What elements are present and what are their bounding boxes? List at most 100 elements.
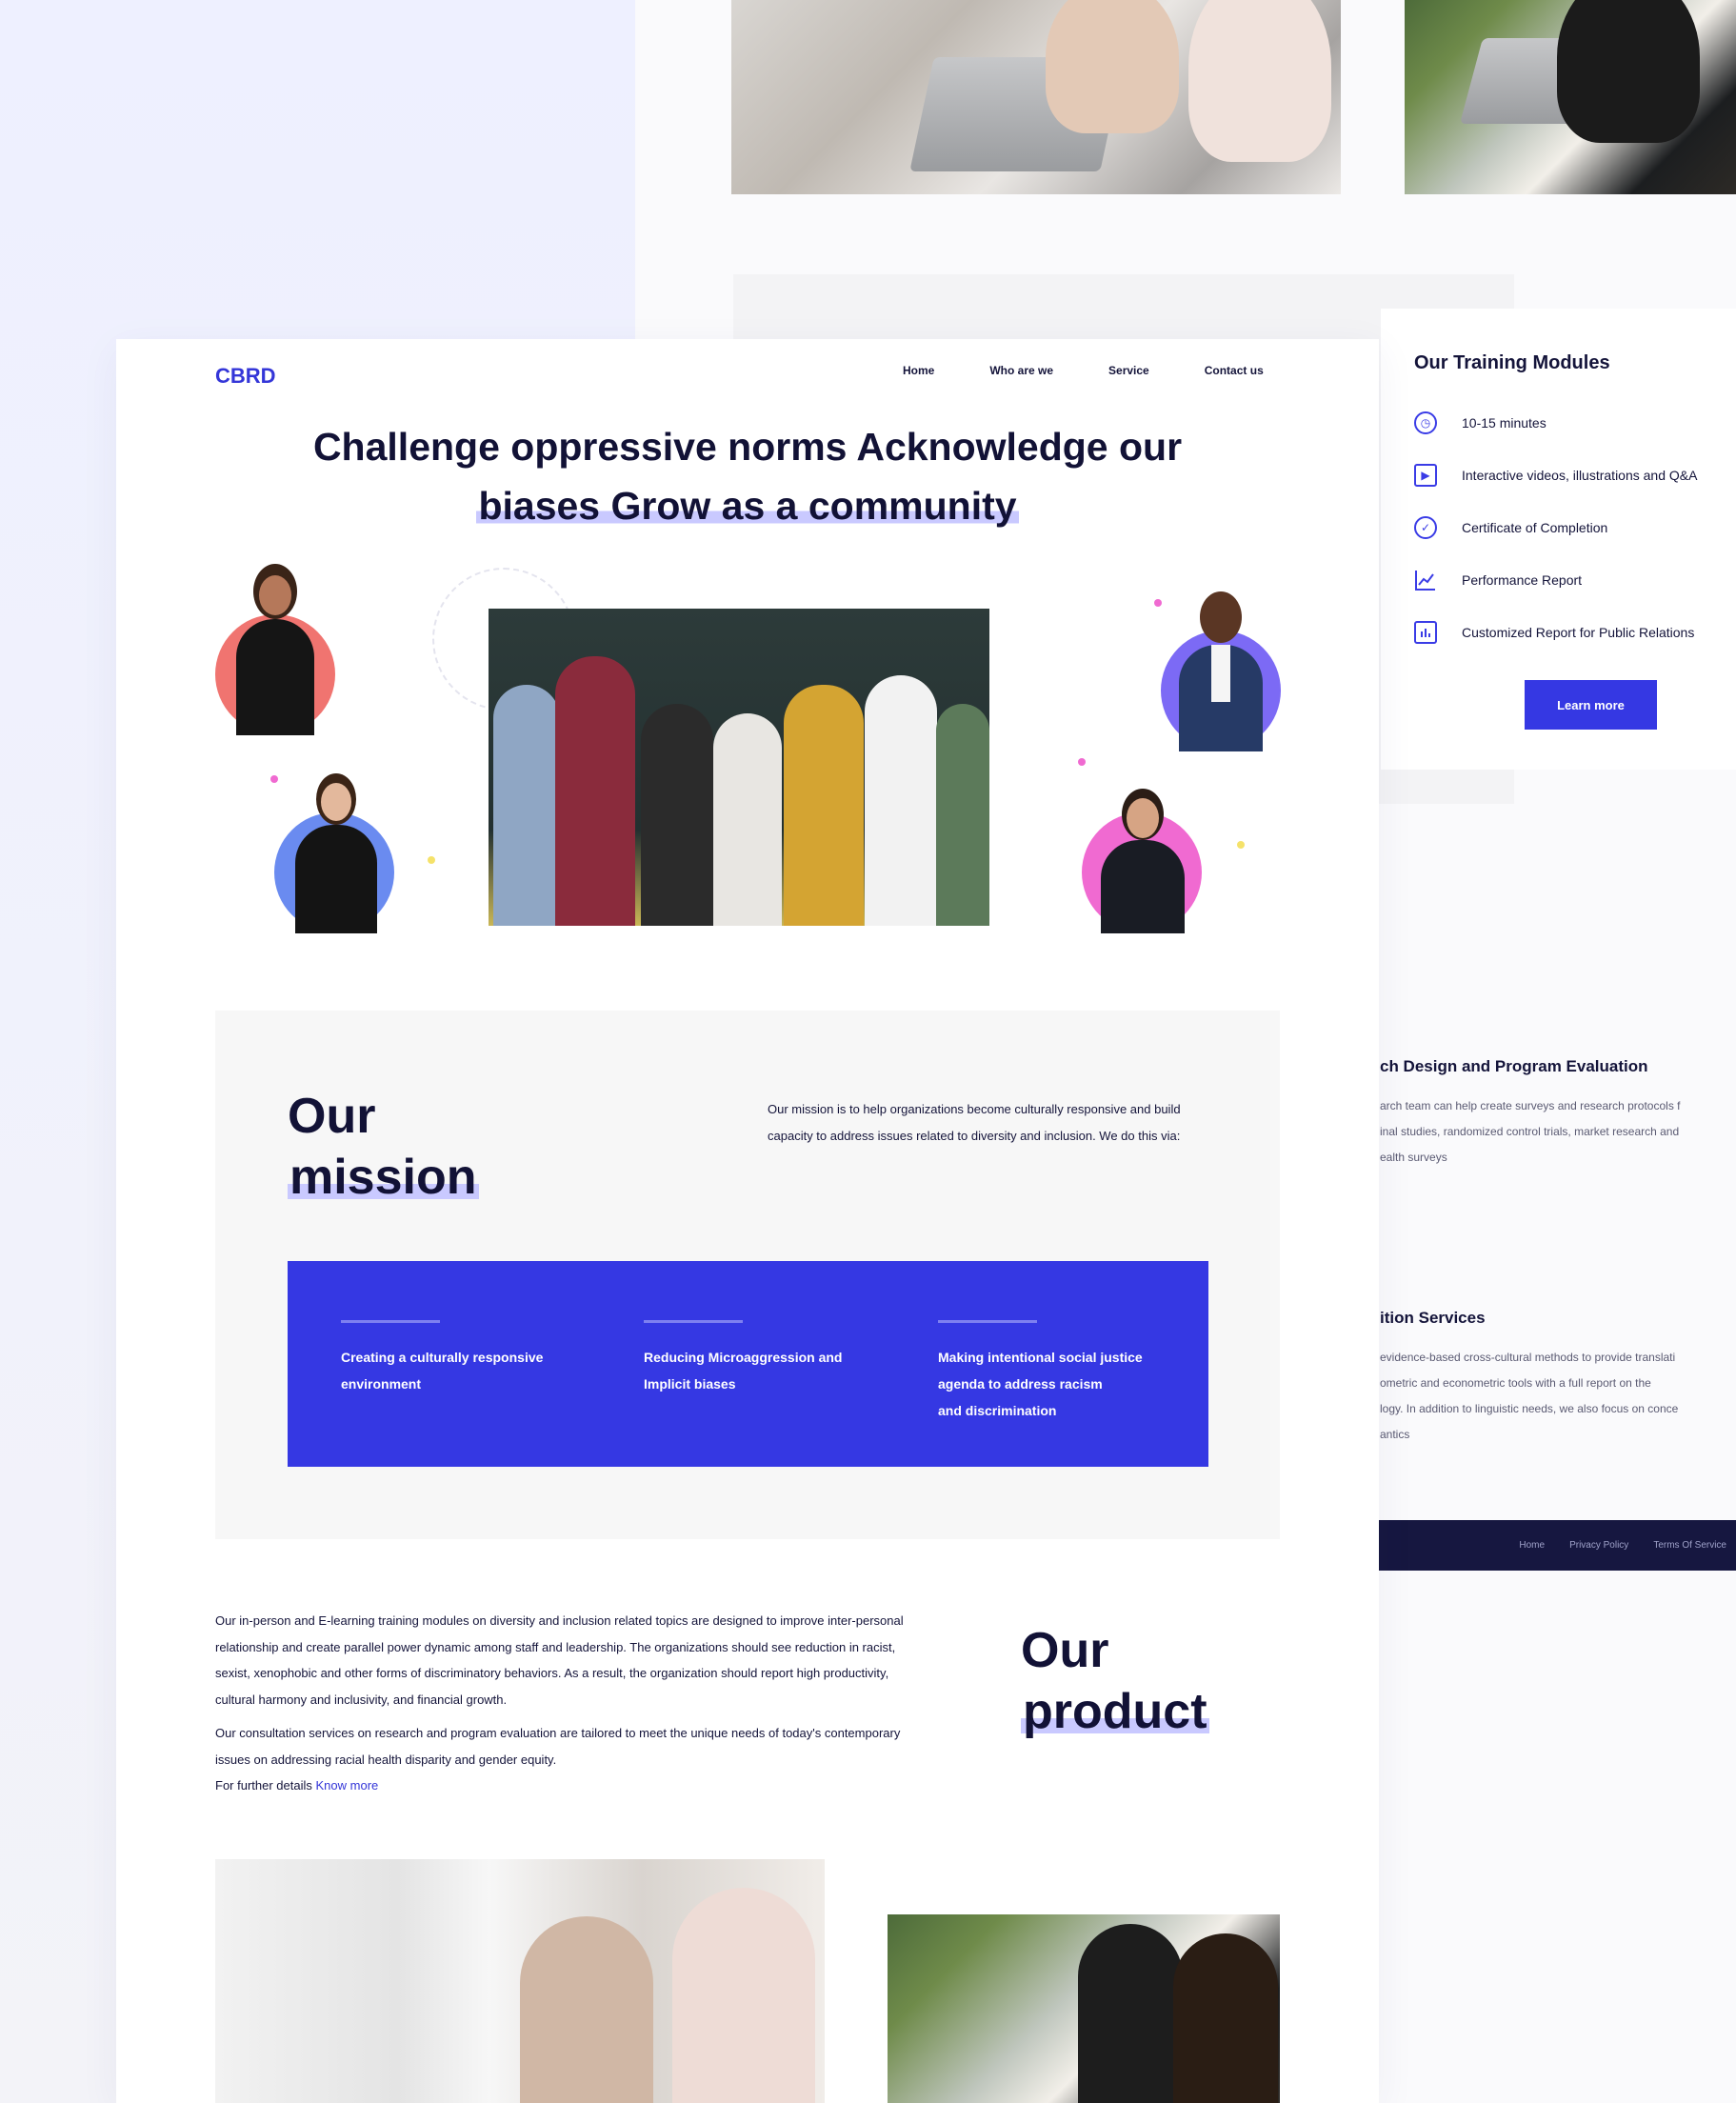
- know-more-link[interactable]: Know more: [316, 1778, 379, 1793]
- training-item-label: Performance Report: [1462, 572, 1583, 588]
- pillar-divider: [341, 1320, 440, 1323]
- hero-title: Challenge oppressive norms Acknowledge o…: [116, 417, 1379, 535]
- training-item-label: Certificate of Completion: [1462, 520, 1608, 535]
- check-circle-icon: ✓: [1414, 516, 1437, 539]
- mission-pillar: Creating a culturally responsive environ…: [341, 1261, 543, 1397]
- mission-pillar: Reducing Microaggression and Implicit bi…: [644, 1261, 842, 1397]
- training-item-label: 10-15 minutes: [1462, 415, 1546, 431]
- person-shape: [1557, 0, 1700, 143]
- training-title: Our Training Modules: [1414, 352, 1610, 373]
- mission-heading-highlight: mission: [288, 1150, 479, 1205]
- person-shape: [520, 1916, 653, 2103]
- more-prefix: For further details: [215, 1778, 312, 1793]
- face-shape: [1127, 798, 1159, 838]
- pillar-line: Making intentional social justice: [938, 1350, 1143, 1365]
- training-item: ▶ Interactive videos, illustrations and …: [1414, 464, 1697, 487]
- footer-link-privacy[interactable]: Privacy Policy: [1569, 1540, 1628, 1551]
- service-line: ometric and econometric tools with a ful…: [1380, 1376, 1651, 1390]
- mission-text: Our mission is to help organizations bec…: [768, 1102, 1181, 1143]
- training-item: ✓ Certificate of Completion: [1414, 516, 1607, 539]
- pillar-line: and discrimination: [938, 1403, 1057, 1418]
- pillar-line: Reducing Microaggression and: [644, 1350, 843, 1365]
- training-item: ◷ 10-15 minutes: [1414, 411, 1546, 434]
- office-photo-top: [731, 0, 1341, 194]
- hero-title-line: Challenge oppressive norms Acknowledge o…: [312, 425, 1183, 469]
- product-heading: Our product: [1021, 1620, 1209, 1742]
- service-title: ch Design and Program Evaluation: [1380, 1057, 1648, 1075]
- service-line: evidence-based cross-cultural methods to…: [1380, 1351, 1676, 1364]
- person-shape: [1173, 1933, 1278, 2103]
- pillar-line: environment: [341, 1376, 422, 1392]
- person-shape: [1046, 0, 1179, 133]
- footer-link-terms[interactable]: Terms Of Service: [1653, 1540, 1726, 1551]
- product-paragraph: Our in-person and E-learning training mo…: [215, 1613, 904, 1707]
- mission-heading-line: Our: [288, 1089, 376, 1144]
- service-line: logy. In addition to linguistic needs, w…: [1380, 1402, 1679, 1415]
- person-shape: [713, 713, 782, 926]
- person-shape: [865, 675, 937, 926]
- training-modules-card: Our Training Modules ◷ 10-15 minutes ▶ I…: [1381, 309, 1736, 770]
- office-photo-bottom: [215, 1859, 825, 2103]
- nav-who-are-we[interactable]: Who are we: [989, 364, 1053, 377]
- service-text: evidence-based cross-cultural methods to…: [1380, 1345, 1736, 1448]
- avatar-woman-2: [291, 773, 381, 933]
- main-nav: Home Who are we Service Contact us: [903, 364, 1264, 377]
- hero-title-highlight: biases Grow as a community: [476, 484, 1019, 528]
- service-line: inal studies, randomized control trials,…: [1380, 1125, 1680, 1138]
- decor-dot: [428, 856, 435, 864]
- report-icon: [1414, 621, 1437, 644]
- team-photo-top: [1405, 0, 1736, 194]
- person-shape: [555, 656, 635, 926]
- person-shape: [493, 685, 560, 926]
- nav-contact-us[interactable]: Contact us: [1205, 364, 1264, 377]
- person-shape: [784, 685, 864, 926]
- body-shape: [236, 619, 314, 735]
- decor-dot: [270, 775, 278, 783]
- pillar-divider: [644, 1320, 743, 1323]
- chart-line-icon: [1414, 569, 1437, 591]
- product-text: Our in-person and E-learning training mo…: [215, 1608, 929, 1799]
- person-shape: [1188, 0, 1331, 162]
- pillar-line: Implicit biases: [644, 1376, 736, 1392]
- person-shape: [672, 1888, 815, 2103]
- avatar-man-2: [1097, 789, 1188, 933]
- service-line: arch team can help create surveys and re…: [1380, 1099, 1681, 1112]
- play-icon: ▶: [1414, 464, 1437, 487]
- mission-pillar: Making intentional social justice agenda…: [938, 1261, 1143, 1424]
- mission-heading: Our mission: [288, 1086, 479, 1208]
- pillar-line: Creating a culturally responsive: [341, 1350, 544, 1365]
- person-shape: [936, 704, 989, 926]
- product-more: For further details Know more: [215, 1773, 929, 1799]
- avatar-man-1: [1175, 591, 1267, 751]
- face-shape: [321, 783, 351, 821]
- logo[interactable]: CBRD: [215, 364, 276, 389]
- product-heading-line: Our: [1021, 1623, 1109, 1678]
- decor-dot: [1154, 599, 1162, 607]
- person-shape: [1078, 1924, 1183, 2103]
- product-paragraph: Our consultation services on research an…: [215, 1726, 901, 1767]
- service-title: ition Services: [1380, 1309, 1486, 1327]
- training-item: Performance Report: [1414, 569, 1582, 591]
- head-shape: [1200, 591, 1242, 643]
- learn-more-button[interactable]: Learn more: [1525, 680, 1657, 730]
- decor-dot: [1237, 841, 1245, 849]
- footer-link-home[interactable]: Home: [1519, 1540, 1545, 1551]
- training-item-label: Interactive videos, illustrations and Q&…: [1462, 468, 1698, 483]
- service-line: antics: [1380, 1428, 1410, 1441]
- back-footer: Home Privacy Policy Terms Of Service: [1378, 1520, 1736, 1571]
- nav-home[interactable]: Home: [903, 364, 934, 377]
- pillar-divider: [938, 1320, 1037, 1323]
- nav-service[interactable]: Service: [1108, 364, 1149, 377]
- training-item: Customized Report for Public Relations: [1414, 621, 1694, 644]
- body-shape: [1101, 840, 1185, 933]
- body-shape: [295, 825, 377, 933]
- training-item-label: Customized Report for Public Relations: [1462, 625, 1695, 640]
- mission-pillars: Creating a culturally responsive environ…: [288, 1261, 1208, 1467]
- team-photo-bottom: [888, 1914, 1280, 2103]
- face-shape: [259, 575, 291, 615]
- shirt-shape: [1211, 645, 1230, 702]
- group-photo: [489, 609, 989, 926]
- product-heading-highlight: product: [1021, 1684, 1209, 1739]
- front-page: CBRD Home Who are we Service Contact us …: [116, 339, 1379, 2103]
- service-line: ealth surveys: [1380, 1151, 1447, 1164]
